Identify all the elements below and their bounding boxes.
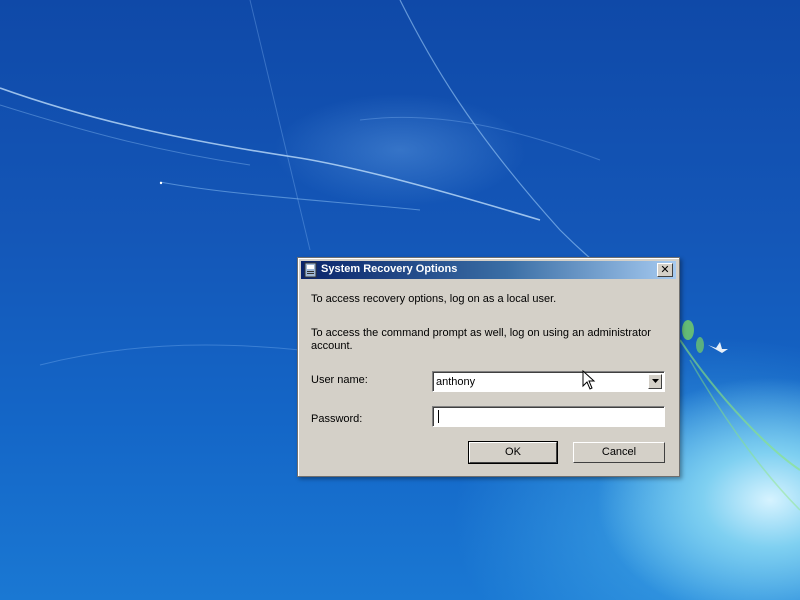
close-icon: ✕ (660, 264, 670, 276)
username-value: anthony (436, 376, 476, 388)
system-recovery-icon (304, 262, 318, 278)
system-recovery-dialog: System Recovery Options ✕ To access reco… (297, 257, 680, 477)
admin-note-line-2: account. (311, 340, 353, 352)
dialog-title: System Recovery Options (321, 263, 458, 275)
username-label: User name: (311, 374, 368, 386)
admin-note-line-1: To access the command prompt as well, lo… (311, 327, 651, 339)
chevron-down-icon (652, 379, 659, 383)
title-bar[interactable]: System Recovery Options ✕ (301, 261, 676, 279)
text-caret (438, 410, 439, 423)
cancel-button[interactable]: Cancel (573, 442, 665, 463)
password-field[interactable] (432, 406, 665, 427)
mouse-pointer-icon (582, 370, 596, 390)
password-label: Password: (311, 413, 363, 425)
username-dropdown[interactable]: anthony (432, 371, 665, 392)
close-button[interactable]: ✕ (657, 263, 673, 277)
intro-text: To access recovery options, log on as a … (311, 293, 557, 305)
username-dropdown-button[interactable] (648, 374, 662, 389)
ok-button[interactable]: OK (468, 441, 558, 464)
